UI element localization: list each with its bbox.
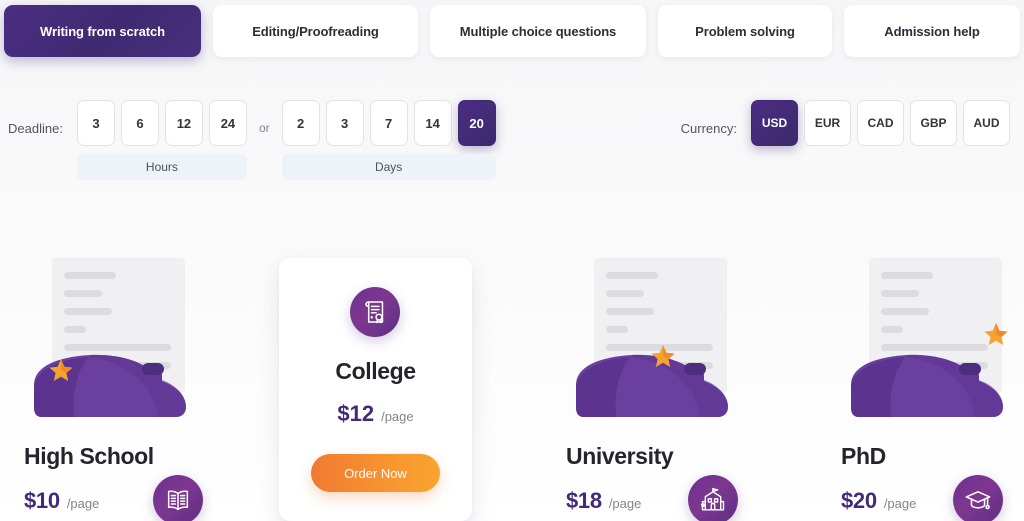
tab-label: Writing from scratch xyxy=(40,23,165,39)
tab-label: Multiple choice questions xyxy=(459,23,617,39)
deadline-hours-24[interactable]: 24 xyxy=(208,100,247,146)
currency-label-text: AUD xyxy=(973,116,1000,130)
currency-selector: Currency: USD EUR CAD GBP AUD xyxy=(681,100,1010,146)
chip-label: 20 xyxy=(469,115,484,131)
card-price-unit: /page xyxy=(381,409,414,424)
document-text-line xyxy=(881,290,919,297)
currency-option-gbp[interactable]: GBP xyxy=(910,100,957,146)
document-text-line xyxy=(606,308,654,315)
card-price: $12 xyxy=(337,401,375,426)
card-price-row: $20 /page xyxy=(841,488,916,514)
chip-label: 3 xyxy=(92,115,100,131)
currency-label-text: GBP xyxy=(920,116,947,130)
card-price-unit: /page xyxy=(608,496,642,511)
card-price-row: $12 /page xyxy=(279,401,472,427)
currency-option-cad[interactable]: CAD xyxy=(857,100,904,146)
chip-label: 14 xyxy=(425,115,440,131)
deadline-hours-group: 3 6 12 24 Hours xyxy=(76,100,247,180)
currency-label-text: CAD xyxy=(867,116,894,130)
document-illustration xyxy=(843,250,1024,425)
document-illustration xyxy=(26,250,211,425)
document-text-line xyxy=(64,326,86,333)
card-title: College xyxy=(335,358,416,384)
star-icon xyxy=(651,345,675,367)
card-price-unit: /page xyxy=(883,496,917,511)
deadline-hours-unit-label: Hours xyxy=(76,154,247,180)
tab-label: Editing/Proofreading xyxy=(252,23,379,39)
card-title: University xyxy=(566,443,674,469)
options-row: Deadline: 3 6 12 24 Hours or 2 3 7 14 20 xyxy=(0,100,1024,195)
chip-label: 6 xyxy=(136,115,144,131)
tab-admission-help[interactable]: Admission help xyxy=(844,5,1020,57)
deadline-hours-3[interactable]: 3 xyxy=(76,100,115,146)
document-illustration xyxy=(568,250,753,425)
document-text-line xyxy=(606,290,644,297)
deadline-selector: Deadline: 3 6 12 24 Hours or 2 3 7 14 20 xyxy=(8,100,496,180)
card-price: $20 xyxy=(841,488,877,513)
deadline-hours-6[interactable]: 6 xyxy=(120,100,159,146)
currency-option-eur[interactable]: EUR xyxy=(804,100,851,146)
graduation-cap-icon xyxy=(953,475,1003,521)
deadline-days-unit-label: Days xyxy=(281,154,496,180)
pricing-card-high-school[interactable]: High School $10 /page xyxy=(18,230,230,521)
deadline-days-3[interactable]: 3 xyxy=(325,100,364,146)
card-price-row: $18 /page xyxy=(566,488,641,514)
tab-label: Problem solving xyxy=(695,23,795,39)
star-icon xyxy=(49,359,73,381)
card-price: $18 xyxy=(566,488,602,513)
deadline-hours-options: 3 6 12 24 xyxy=(76,100,247,146)
open-book-icon xyxy=(153,475,203,521)
school-building-icon xyxy=(688,475,738,521)
deadline-days-group: 2 3 7 14 20 Days xyxy=(281,100,496,180)
certificate-icon xyxy=(350,287,400,337)
pricing-card-phd[interactable]: PhD $20 /page xyxy=(835,230,1024,521)
tab-editing-proofreading[interactable]: Editing/Proofreading xyxy=(213,5,418,57)
currency-label-text: EUR xyxy=(814,116,841,130)
tab-writing-from-scratch[interactable]: Writing from scratch xyxy=(4,5,201,57)
deadline-label: Deadline: xyxy=(8,121,63,136)
service-type-tabs: Writing from scratch Editing/Proofreadin… xyxy=(4,5,1020,57)
pricing-card-university[interactable]: University $18 /page xyxy=(560,230,772,521)
pricing-cards: High School $10 /page College $12 /page … xyxy=(0,230,1024,521)
deadline-days-options: 2 3 7 14 20 xyxy=(281,100,496,146)
document-text-line xyxy=(606,326,628,333)
pricing-card-college[interactable]: College $12 /page Order Now xyxy=(279,258,472,521)
document-text-line xyxy=(64,308,112,315)
currency-label: Currency: xyxy=(680,121,737,136)
document-text-line xyxy=(881,326,903,333)
document-text-line xyxy=(64,290,102,297)
chip-label: 24 xyxy=(220,115,236,131)
card-price-unit: /page xyxy=(66,496,100,511)
document-text-line xyxy=(881,272,933,279)
order-now-button[interactable]: Order Now xyxy=(311,454,440,492)
star-icon xyxy=(984,323,1008,345)
card-price-row: $10 /page xyxy=(24,488,99,514)
card-title: PhD xyxy=(841,443,886,469)
chip-label: 3 xyxy=(340,115,349,131)
currency-option-aud[interactable]: AUD xyxy=(963,100,1010,146)
chip-label: 12 xyxy=(176,115,192,131)
chip-label: 2 xyxy=(296,115,305,131)
deadline-separator: or xyxy=(258,121,270,135)
deadline-days-7[interactable]: 7 xyxy=(369,100,408,146)
tab-label: Admission help xyxy=(884,23,980,39)
card-price: $10 xyxy=(24,488,60,513)
pricing-calculator-page: Writing from scratch Editing/Proofreadin… xyxy=(0,0,1024,521)
card-title: High School xyxy=(24,443,154,469)
tab-problem-solving[interactable]: Problem solving xyxy=(658,5,832,57)
deadline-days-14[interactable]: 14 xyxy=(413,100,452,146)
tab-multiple-choice-questions[interactable]: Multiple choice questions xyxy=(430,5,646,57)
chip-label: 7 xyxy=(384,115,393,131)
document-text-line xyxy=(881,308,929,315)
deadline-days-2[interactable]: 2 xyxy=(281,100,320,146)
backpack-illustration xyxy=(851,354,1003,417)
currency-label-text: USD xyxy=(761,116,788,130)
document-text-line xyxy=(64,272,116,279)
deadline-days-20[interactable]: 20 xyxy=(457,100,496,146)
deadline-hours-12[interactable]: 12 xyxy=(164,100,203,146)
document-text-line xyxy=(606,272,658,279)
currency-option-usd[interactable]: USD xyxy=(751,100,798,146)
